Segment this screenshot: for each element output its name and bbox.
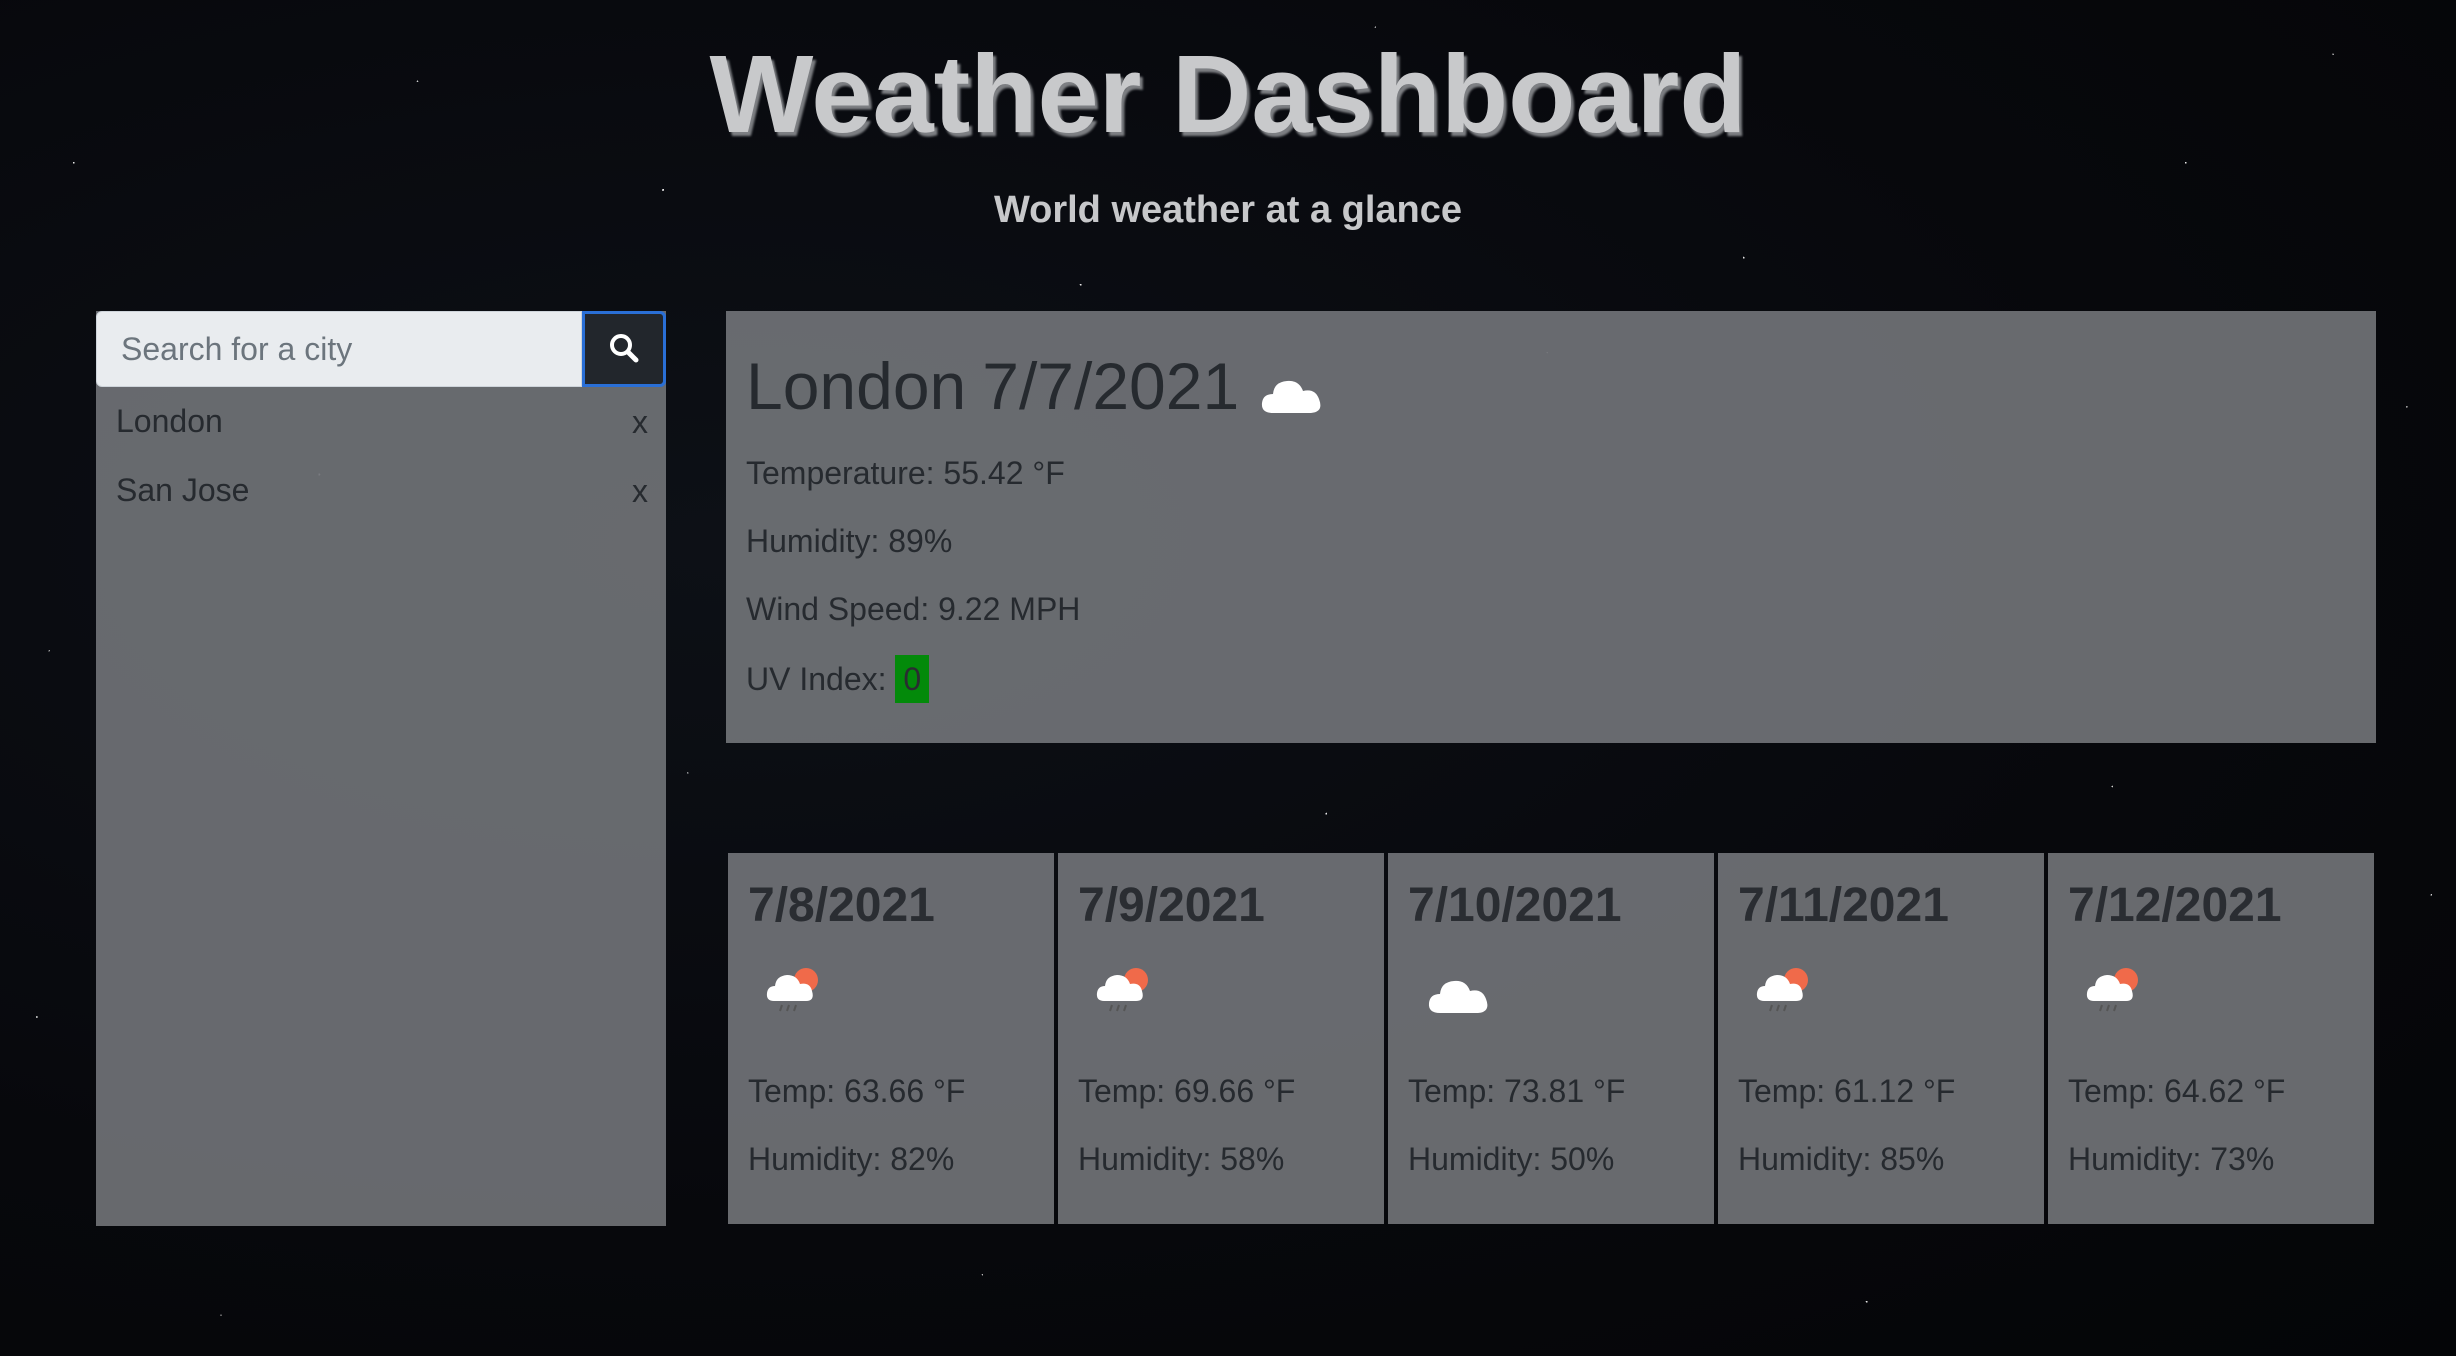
forecast-humidity: Humidity: 73%	[2068, 1141, 2275, 1177]
forecast-card: 7/9/2021 Temp: 69.66 °F Humidity: 58%	[1058, 853, 1384, 1224]
history-city-label: San Jose	[116, 472, 250, 508]
rain-sun-cloud-icon	[1096, 965, 1154, 1022]
search-sidebar: London x San Jose x	[96, 311, 666, 1226]
page-title: Weather Dashboard	[709, 33, 1747, 156]
current-date: 7/7/2021	[982, 349, 1240, 423]
history-item-san-jose[interactable]: San Jose x	[96, 456, 666, 525]
forecast-humidity: Humidity: 58%	[1078, 1141, 1285, 1177]
rain-sun-cloud-icon	[2086, 965, 2144, 1022]
forecast-date: 7/9/2021	[1078, 879, 1265, 932]
page-subtitle: World weather at a glance	[993, 189, 1463, 231]
remove-city-button[interactable]: x	[632, 475, 648, 507]
current-weather-card: London 7/7/2021 Temperature: 55.42 °F Hu…	[726, 311, 2376, 743]
current-uv-index: UV Index: 0	[746, 655, 930, 703]
history-city-label: London	[116, 403, 223, 439]
five-day-forecast: 7/8/2021 Temp: 63.66 °F Humidity: 82% 7/…	[728, 853, 2376, 1224]
forecast-card: 7/12/2021 Temp: 64.62 °F Humidity: 73%	[2048, 853, 2374, 1224]
cloud-icon	[1259, 356, 1325, 432]
rain-sun-cloud-icon	[766, 965, 824, 1022]
forecast-temp: Temp: 69.66 °F	[1078, 1073, 1296, 1109]
city-search-input[interactable]	[96, 311, 582, 387]
forecast-humidity: Humidity: 85%	[1738, 1141, 1945, 1177]
forecast-date: 7/11/2021	[1738, 879, 1949, 932]
forecast-temp: Temp: 73.81 °F	[1408, 1073, 1626, 1109]
uv-index-label: UV Index:	[746, 661, 887, 697]
forecast-card: 7/8/2021 Temp: 63.66 °F Humidity: 82%	[728, 853, 1054, 1224]
forecast-date: 7/8/2021	[748, 879, 935, 932]
forecast-card: 7/10/2021 Temp: 73.81 °F Humidity: 50%	[1388, 853, 1714, 1224]
forecast-humidity: Humidity: 50%	[1408, 1141, 1615, 1177]
search-history-list: London x San Jose x	[96, 387, 666, 525]
forecast-temp: Temp: 61.12 °F	[1738, 1073, 1956, 1109]
forecast-date: 7/10/2021	[1408, 879, 1622, 932]
uv-index-badge: 0	[895, 655, 930, 703]
remove-city-button[interactable]: x	[632, 406, 648, 438]
search-form	[96, 311, 666, 387]
forecast-temp: Temp: 63.66 °F	[748, 1073, 966, 1109]
history-item-london[interactable]: London x	[96, 387, 666, 456]
forecast-temp: Temp: 64.62 °F	[2068, 1073, 2286, 1109]
current-temperature: Temperature: 55.42 °F	[746, 455, 1065, 491]
forecast-card: 7/11/2021 Temp: 61.12 °F Humidity: 85%	[1718, 853, 2044, 1224]
rain-sun-cloud-icon	[1756, 965, 1814, 1022]
forecast-date: 7/12/2021	[2068, 879, 2282, 932]
current-weather-heading: London 7/7/2021	[746, 331, 1325, 441]
search-button[interactable]	[582, 311, 666, 387]
forecast-humidity: Humidity: 82%	[748, 1141, 955, 1177]
cloud-icon	[1426, 973, 1492, 1022]
current-humidity: Humidity: 89%	[746, 523, 953, 559]
current-wind-speed: Wind Speed: 9.22 MPH	[746, 591, 1081, 627]
current-city: London	[746, 349, 967, 423]
search-icon	[608, 332, 640, 367]
